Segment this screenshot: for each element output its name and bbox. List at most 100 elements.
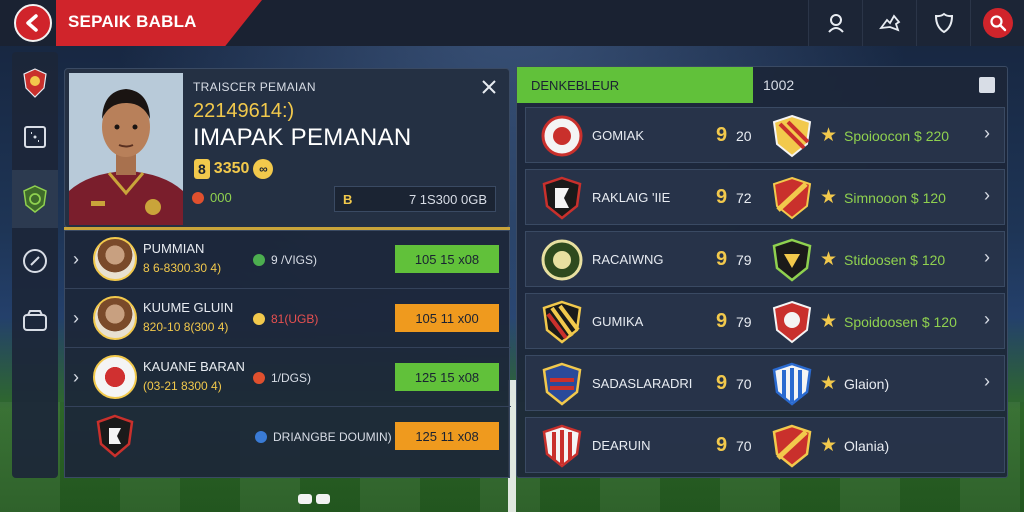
price-button[interactable]: 125 11 x08 [395, 422, 499, 450]
club-number: 9 [716, 310, 728, 332]
sidebar-item-football[interactable] [12, 170, 58, 228]
list-item-name: KUUME GLUIN [143, 300, 234, 315]
tab-active[interactable]: DENKEBLEUR [517, 67, 753, 103]
club-crest-icon [23, 68, 47, 98]
opponent-crest-icon [772, 424, 812, 468]
panel-menu-icon[interactable] [979, 77, 995, 93]
star-icon: ★ [820, 435, 838, 456]
coin-icon: ∞ [253, 159, 274, 179]
top-bar: SEPAIK BABLA [0, 0, 1024, 46]
search-circle [982, 8, 1013, 38]
club-number: 9 [716, 248, 728, 270]
player-name: IMAPAK PEMANAN [193, 124, 412, 151]
avatar [93, 237, 137, 281]
price-button[interactable]: 105 11 x00 [395, 304, 499, 332]
club-value: 79 [736, 252, 752, 268]
star-icon: ★ [820, 311, 838, 332]
star-icon: ★ [820, 187, 838, 208]
club-crest-icon [541, 115, 583, 157]
opponent-crest-icon [772, 362, 812, 406]
app-title: SEPAIK BABLA [68, 12, 197, 31]
compass-icon [23, 249, 47, 273]
opponent-crest-icon [772, 300, 812, 344]
star-icon: ★ [820, 373, 838, 394]
bird-icon [878, 14, 900, 32]
close-card-button[interactable] [477, 75, 501, 99]
search-button[interactable] [970, 0, 1024, 46]
club-number: 9 [716, 372, 728, 394]
club-side-text: Spoidoosen $ 120 [844, 314, 957, 330]
club-side-text: Spoioocon $ 220 [844, 128, 950, 144]
chevron-right-icon: › [984, 309, 990, 329]
club-row[interactable]: RAKLAIG 'IIE 9 72 ★ Simnooon $ 120 › [525, 169, 1005, 225]
club-name: DEARUIN [592, 438, 651, 453]
left-sidebar [12, 52, 58, 478]
transfer-list: › PUMMIAN 8 6-8300.30 4) 9 /VIGS) 105 15… [64, 230, 511, 478]
shield-icon [934, 12, 953, 34]
list-item-stat: 9 /VIGS) [253, 253, 317, 267]
club-name: GOMIAK [592, 128, 645, 143]
chevron-right-icon: › [73, 249, 79, 269]
opponent-crest-icon [772, 176, 812, 220]
list-item[interactable]: DRIANGBE DOUMIN) 125 11 x08 [65, 408, 511, 466]
club-name: RACAIWNG [592, 252, 664, 267]
chevron-right-icon: › [984, 185, 990, 205]
close-icon [482, 80, 496, 94]
chevron-right-icon: › [984, 123, 990, 143]
club-side-text: Simnooon $ 120 [844, 190, 946, 206]
list-item-sub: 8 6-8300.30 4) [143, 261, 222, 275]
player-stat-box: B 7 1S300 0GB [334, 186, 496, 212]
price-button[interactable]: 125 15 x08 [395, 363, 499, 391]
club-value: 72 [736, 190, 752, 206]
club-side-text: Olania) [844, 438, 890, 454]
club-button[interactable] [862, 0, 916, 46]
stat-value: 7 1S300 0GB [408, 191, 487, 207]
sidebar-item-wallet[interactable] [12, 298, 58, 344]
status-dot-icon [253, 372, 265, 384]
player-card-number: 22149614:) [193, 100, 295, 122]
club-row[interactable]: GOMIAK 9 20 ★ Spoioocon $ 220 › [525, 107, 1005, 163]
opponent-crest-icon [772, 114, 812, 158]
status-dot-icon [253, 313, 265, 325]
list-item-stat-value: 81(UGB) [271, 312, 319, 326]
list-item-stat: 81(UGB) [253, 312, 318, 326]
tab-secondary[interactable]: 1002 [763, 67, 794, 103]
club-value: 70 [736, 438, 752, 454]
stat-icon: B [343, 191, 353, 207]
chevron-right-icon: › [984, 247, 990, 267]
club-crest-icon [541, 239, 583, 281]
list-item[interactable]: › KAUANE BARAN (03-21 8300 4) 1/DGS) 125… [65, 349, 511, 407]
sidebar-item-pitch[interactable] [12, 114, 58, 160]
status-dot-icon [192, 191, 204, 204]
wallet-icon [23, 310, 47, 331]
player-meta-value: 000 [210, 190, 232, 205]
top-icon-group [808, 0, 1024, 46]
club-value: 70 [736, 376, 752, 392]
search-icon [989, 15, 1006, 32]
player-meta: 000 [192, 190, 232, 205]
sidebar-item-compass[interactable] [12, 238, 58, 284]
star-icon: ★ [820, 125, 838, 146]
list-item-stat-value: 9 /VIGS) [271, 253, 318, 267]
list-item-stat: DRIANGBE DOUMIN) [255, 430, 392, 444]
profile-button[interactable] [808, 0, 862, 46]
club-row[interactable]: GUMIKA 9 79 ★ Spoidoosen $ 120 › [525, 293, 1005, 349]
club-value: 20 [736, 128, 752, 144]
club-row[interactable]: SADASLARADRI 9 70 ★ Glaion) › [525, 355, 1005, 411]
list-item[interactable]: › PUMMIAN 8 6-8300.30 4) 9 /VIGS) 105 15… [65, 231, 511, 289]
price-button[interactable]: 105 15 x08 [395, 245, 499, 273]
pitch-icon [24, 126, 46, 148]
back-arrow-icon [26, 14, 38, 32]
avatar [93, 296, 137, 340]
back-button[interactable] [14, 4, 52, 42]
opponent-crest-icon [772, 238, 812, 282]
club-row[interactable]: RACAIWNG 9 79 ★ Stidoosen $ 120 › [525, 231, 1005, 287]
favorites-button[interactable] [916, 0, 970, 46]
list-item[interactable]: › KUUME GLUIN 820-10 8(300 4) 81(UGB) 10… [65, 290, 511, 348]
rating-number: 8 [194, 159, 210, 179]
club-row[interactable]: DEARUIN 9 70 ★ Olania) [525, 417, 1005, 473]
club-crest-icon [542, 176, 582, 220]
sidebar-item-club[interactable] [12, 60, 58, 106]
chevron-right-icon: › [73, 308, 79, 328]
club-crest-icon [542, 424, 582, 468]
